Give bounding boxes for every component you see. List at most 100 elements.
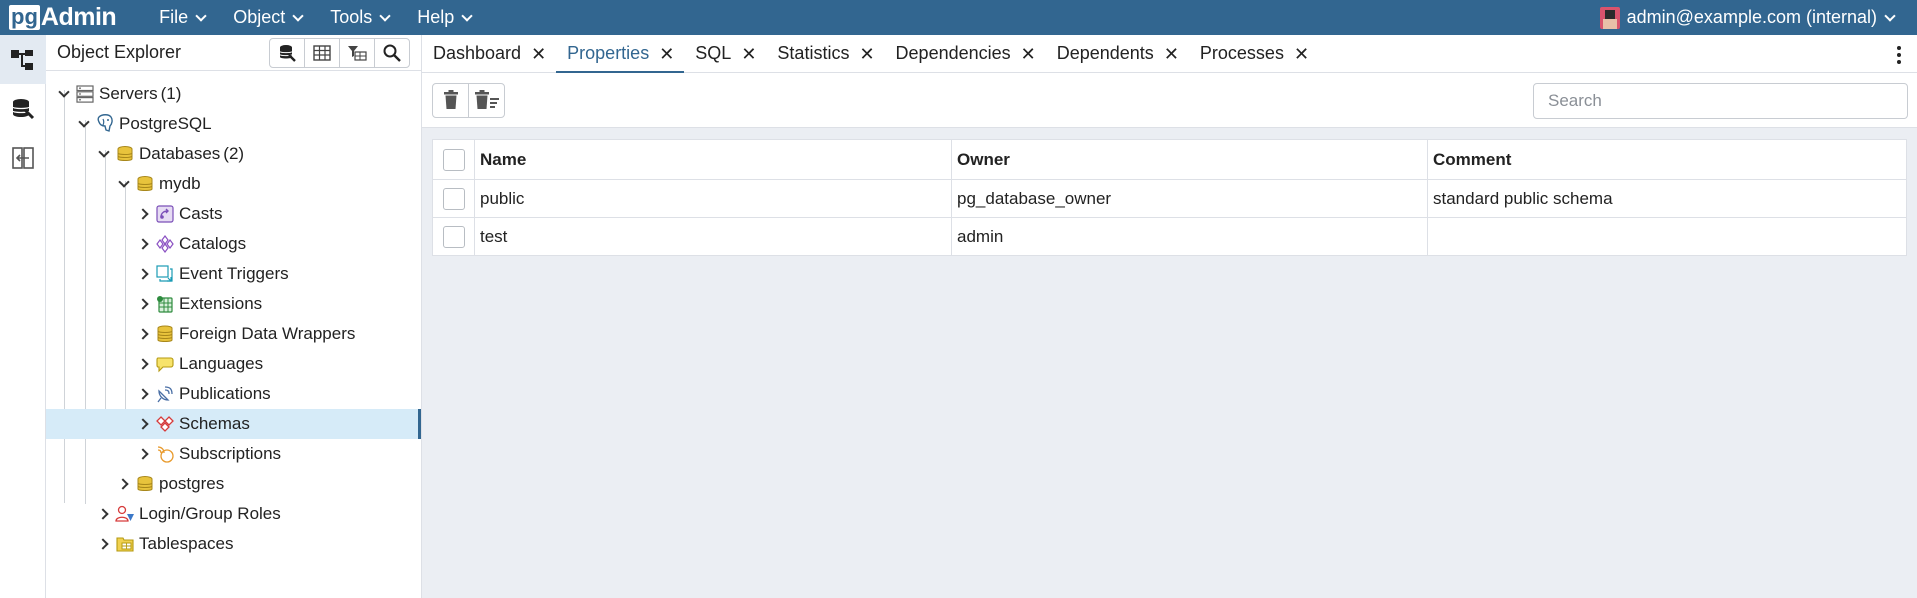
tab-dependencies[interactable]: Dependencies ✕ — [885, 35, 1046, 72]
tab-properties[interactable]: Properties ✕ — [556, 35, 685, 73]
tree-node-extensions[interactable]: Extensions — [46, 289, 421, 319]
database-icon — [135, 474, 155, 494]
tree-node-publications[interactable]: Publications — [46, 379, 421, 409]
tree-node-mydb[interactable]: mydb — [46, 169, 421, 199]
close-icon[interactable]: ✕ — [1294, 45, 1309, 63]
pgadmin-logo[interactable]: pg Admin — [9, 0, 117, 35]
tree-node-languages[interactable]: Languages — [46, 349, 421, 379]
chevron-down-icon — [1884, 9, 1896, 22]
close-icon[interactable]: ✕ — [741, 45, 756, 63]
close-icon[interactable]: ✕ — [1021, 45, 1036, 63]
databases-icon — [115, 144, 135, 164]
row-checkbox[interactable] — [442, 225, 465, 248]
logo-admin: Admin — [40, 3, 117, 31]
chevron-down-icon — [292, 9, 304, 22]
view-data-icon — [313, 44, 331, 61]
tree-node-login-group-roles[interactable]: Login/Group Roles — [46, 499, 421, 529]
search-input[interactable] — [1533, 83, 1908, 119]
expand-toggle[interactable] — [114, 474, 134, 494]
cell-name: public — [474, 179, 952, 218]
close-icon[interactable]: ✕ — [859, 45, 874, 63]
tree-node-event-triggers[interactable]: Event Triggers — [46, 259, 421, 289]
cell-comment — [1427, 217, 1907, 256]
menu-object-label: Object — [233, 7, 286, 27]
menu-tools[interactable]: Tools — [316, 0, 403, 35]
close-icon[interactable]: ✕ — [659, 45, 674, 63]
chevron-down-icon — [461, 9, 473, 22]
view-data-button[interactable] — [304, 37, 340, 68]
column-header-owner[interactable]: Owner — [951, 139, 1428, 180]
menu-file-label: File — [159, 7, 189, 27]
close-icon[interactable]: ✕ — [531, 45, 546, 63]
tab-statistics[interactable]: Statistics ✕ — [766, 35, 884, 72]
expand-toggle[interactable] — [134, 294, 154, 314]
schema-diff-rail-button[interactable] — [0, 133, 46, 182]
object-explorer-panel: Object Explorer Servers (1) PostgreSQL D… — [46, 35, 422, 598]
table-row[interactable]: public pg_database_owner standard public… — [432, 179, 1907, 218]
tree-node-schemas[interactable]: Schemas — [46, 409, 421, 439]
login-group-roles-icon — [115, 504, 135, 524]
tree-node-databases[interactable]: Databases (2) — [46, 139, 421, 169]
tab-dashboard[interactable]: Dashboard ✕ — [422, 35, 556, 72]
tab-dependents[interactable]: Dependents ✕ — [1046, 35, 1189, 72]
chevron-down-icon — [78, 116, 90, 128]
close-icon[interactable]: ✕ — [1164, 45, 1179, 63]
tree-node-label: Databases — [139, 144, 221, 163]
column-header-name[interactable]: Name — [474, 139, 952, 180]
filtered-rows-icon — [348, 45, 367, 61]
expand-toggle[interactable] — [94, 504, 114, 524]
user-menu[interactable]: admin@example.com (internal) — [1599, 0, 1896, 35]
expand-toggle[interactable] — [134, 354, 154, 374]
select-all-checkbox[interactable] — [442, 148, 465, 171]
filtered-rows-button[interactable] — [339, 37, 375, 68]
expand-toggle[interactable] — [94, 534, 114, 554]
more-options-icon[interactable] — [1897, 46, 1901, 67]
tree-node-tablespaces[interactable]: Tablespaces — [46, 529, 421, 559]
chevron-down-icon — [379, 9, 391, 22]
menu-tools-label: Tools — [330, 7, 373, 27]
menu-object[interactable]: Object — [219, 0, 316, 35]
expand-toggle[interactable] — [134, 204, 154, 224]
expand-toggle[interactable] — [134, 234, 154, 254]
expand-toggle[interactable] — [134, 384, 154, 404]
tree-node-postgres[interactable]: postgres — [46, 469, 421, 499]
expand-toggle[interactable] — [134, 414, 154, 434]
expand-toggle[interactable] — [134, 324, 154, 344]
cell-owner: pg_database_owner — [951, 179, 1428, 218]
tree-node-catalogs[interactable]: Catalogs — [46, 229, 421, 259]
delete-cascade-button[interactable] — [468, 82, 505, 118]
object-explorer-title: Object Explorer — [57, 42, 182, 62]
toolbar-button-group — [432, 82, 505, 118]
tree-node-postgresql[interactable]: PostgreSQL — [46, 109, 421, 139]
catalogs-icon — [155, 234, 175, 254]
object-explorer-rail-button[interactable] — [0, 35, 46, 84]
menu-help[interactable]: Help — [403, 0, 485, 35]
tab-label: Dashboard — [433, 43, 522, 63]
expand-toggle[interactable] — [134, 264, 154, 284]
column-header-comment[interactable]: Comment — [1427, 139, 1907, 180]
menu-file[interactable]: File — [145, 0, 219, 35]
expand-toggle[interactable] — [94, 144, 114, 164]
tab-processes[interactable]: Processes ✕ — [1189, 35, 1319, 72]
search-objects-button[interactable] — [374, 37, 410, 68]
chevron-right-icon — [136, 208, 149, 220]
expand-toggle[interactable] — [54, 84, 74, 104]
tree-node-servers[interactable]: Servers (1) — [46, 79, 421, 109]
expand-toggle[interactable] — [74, 114, 94, 134]
expand-toggle[interactable] — [134, 444, 154, 464]
row-checkbox[interactable] — [442, 187, 465, 210]
tablespaces-icon — [115, 534, 135, 554]
tree-node-subscriptions[interactable]: Subscriptions — [46, 439, 421, 469]
tab-sql[interactable]: SQL ✕ — [684, 35, 766, 72]
table-row[interactable]: test admin — [432, 217, 1907, 256]
query-tool-button[interactable] — [269, 37, 305, 68]
chevron-right-icon — [136, 268, 149, 280]
tree-node-casts[interactable]: Casts — [46, 199, 421, 229]
query-tool-rail-button[interactable] — [0, 84, 46, 133]
cell-owner: admin — [951, 217, 1428, 256]
tree-node-foreign-data-wrappers[interactable]: Foreign Data Wrappers — [46, 319, 421, 349]
delete-button[interactable] — [432, 82, 469, 118]
expand-toggle[interactable] — [114, 174, 134, 194]
chevron-right-icon — [136, 418, 149, 430]
tree-node-label: mydb — [159, 174, 201, 193]
